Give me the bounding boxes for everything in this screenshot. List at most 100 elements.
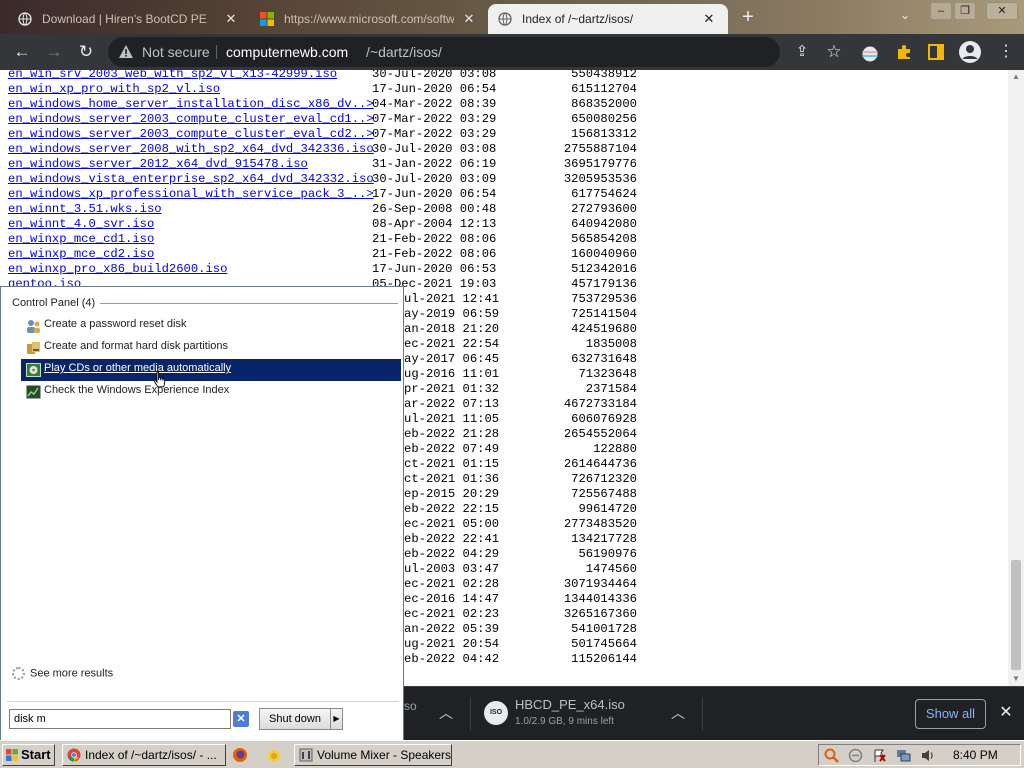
search-icon[interactable] — [824, 748, 839, 763]
address-bar[interactable]: Not secure computernewb.com /~dartz/isos… — [108, 37, 780, 67]
extensions-puzzle-icon[interactable] — [896, 44, 912, 60]
warning-triangle-icon[interactable] — [118, 44, 134, 60]
taskbar-button-volume-mixer[interactable]: Volume Mixer - Speakers ... — [294, 744, 452, 766]
header-divider — [100, 303, 398, 304]
firefox-icon[interactable] — [232, 747, 248, 763]
forward-arrow-icon[interactable]: → — [42, 40, 66, 64]
download-item-partial-label[interactable]: so — [404, 699, 417, 713]
start-label: Start — [21, 747, 51, 762]
close-tab-icon[interactable]: ✕ — [460, 11, 478, 27]
see-more-results-link[interactable]: See more results — [12, 667, 113, 680]
file-date: 07-Mar-2022 03:29 — [372, 127, 497, 141]
file-size: 3071934464 — [563, 577, 637, 591]
close-icon[interactable]: ✕ — [996, 703, 1016, 723]
result-label: Create a password reset disk — [44, 318, 187, 330]
close-tab-icon[interactable]: ✕ — [222, 11, 240, 27]
file-size: 512342016 — [571, 262, 637, 276]
file-link[interactable]: en_winxp_mce_cd1.iso — [8, 232, 154, 247]
file-size: 2654552064 — [563, 427, 637, 441]
result-experience-index[interactable]: Check the Windows Experience Index — [21, 381, 401, 403]
search-group-header[interactable]: Control Panel (4) — [12, 297, 95, 309]
file-link[interactable]: en_windows_xp_professional_with_service_… — [8, 187, 374, 202]
taskbar-clock[interactable]: 8:40 PM — [953, 748, 998, 762]
shutdown-options-arrow-icon[interactable]: ▶ — [331, 708, 343, 730]
file-link[interactable]: en_winnt_4.0_svr.iso — [8, 217, 154, 232]
file-date: ct-2021 01:36 — [404, 472, 500, 486]
result-disk-partitions[interactable]: Create and format hard disk partitions — [21, 337, 401, 359]
show-all-button[interactable]: Show all — [915, 699, 986, 729]
iso-file-icon[interactable]: ISO — [484, 701, 508, 725]
globe-icon — [498, 12, 512, 26]
file-link[interactable]: en_winnt_3.51.wks.iso — [8, 202, 162, 217]
scrollbar-thumb[interactable] — [1011, 560, 1021, 670]
file-link[interactable]: en_winxp_pro_x86_build2600.iso — [8, 262, 227, 277]
file-date: 31-Jan-2022 06:19 — [372, 157, 497, 171]
scroll-up-arrow-icon[interactable]: ▲ — [1008, 70, 1024, 84]
file-size: 615112704 — [571, 82, 637, 96]
file-link[interactable]: en_windows_server_2012_x64_dvd_915478.is… — [8, 157, 308, 172]
result-label: Play CDs or other media automatically — [44, 362, 232, 374]
network-icon[interactable] — [896, 748, 911, 763]
result-autoplay[interactable]: Play CDs or other media automatically — [21, 359, 401, 381]
file-date: 08-Apr-2004 12:13 — [372, 217, 497, 231]
browser-toolbar: ← → ↻ Not secure computernewb.com /~dart… — [0, 34, 1024, 70]
file-size: 1474560 — [585, 562, 637, 576]
tab-hirens-bootcd[interactable]: Download | Hiren's BootCD PE ✕ — [8, 4, 250, 34]
shut-down-button[interactable]: Shut down — [259, 708, 331, 730]
tab-search-chevron-icon[interactable]: ⌄ — [896, 8, 914, 26]
file-date: ar-2022 07:13 — [404, 397, 500, 411]
tab-index-of-isos[interactable]: Index of /~dartz/isos/ ✕ — [488, 4, 728, 34]
file-link[interactable]: en_winxp_mce_cd2.iso — [8, 247, 154, 262]
tab-title: Index of /~dartz/isos/ — [522, 12, 634, 26]
profile-flag-icon[interactable] — [862, 46, 878, 62]
download-separator — [470, 697, 471, 731]
bookmark-star-icon[interactable]: ☆ — [822, 40, 846, 64]
taskbar-button-label: Volume Mixer - Speakers ... — [317, 748, 452, 762]
close-tab-icon[interactable]: ✕ — [700, 11, 718, 27]
clear-search-icon[interactable]: ✕ — [233, 711, 249, 727]
chrome-menu-icon[interactable]: ⋮ — [994, 40, 1018, 64]
download-file-name[interactable]: HBCD_PE_x64.iso — [515, 697, 625, 712]
tab-microsoft[interactable]: https://www.microsoft.com/software ✕ — [250, 4, 488, 34]
not-secure-label[interactable]: Not secure — [142, 44, 210, 60]
minus-circle-icon[interactable] — [848, 748, 863, 763]
volume-mixer-icon — [299, 748, 313, 762]
file-date: 30-Jul-2020 03:09 — [372, 172, 497, 186]
file-date: 26-Sep-2008 00:48 — [372, 202, 497, 216]
file-size: 868352000 — [571, 97, 637, 111]
file-date: 17-Jun-2020 06:54 — [372, 82, 497, 96]
file-link[interactable]: en_windows_home_server_installation_disc… — [8, 97, 374, 112]
share-icon[interactable]: ⇪ — [790, 40, 814, 64]
file-date: 04-Mar-2022 08:39 — [372, 97, 497, 111]
file-link[interactable]: en_win_srv_2003_web_with_sp2_vl_x13-4299… — [8, 70, 337, 82]
file-link[interactable]: en_win_xp_pro_with_sp2_vl.iso — [8, 82, 220, 97]
scroll-down-arrow-icon[interactable]: ▼ — [1008, 672, 1024, 686]
taskbar-button-chrome[interactable]: Index of /~dartz/isos/ - ... — [62, 744, 226, 766]
start-search-input[interactable] — [9, 709, 231, 729]
start-button[interactable]: Start — [2, 744, 55, 766]
file-link[interactable]: en_windows_server_2003_compute_cluster_e… — [8, 127, 374, 142]
app-launcher-icon[interactable] — [266, 747, 282, 763]
search-divider — [7, 701, 399, 702]
profile-avatar-icon[interactable] — [958, 40, 982, 64]
minimize-button[interactable]: – — [930, 2, 952, 20]
file-link[interactable]: en_windows_vista_enterprise_sp2_x64_dvd_… — [8, 172, 374, 187]
file-link[interactable]: en_windows_server_2008_with_sp2_x64_dvd_… — [8, 142, 374, 157]
file-date: eb-2022 22:41 — [404, 532, 500, 546]
close-window-button[interactable]: ✕ — [986, 2, 1018, 20]
maximize-button[interactable]: ❐ — [954, 2, 976, 20]
file-link[interactable]: en_windows_server_2003_compute_cluster_e… — [8, 112, 374, 127]
speaker-icon[interactable] — [920, 748, 935, 763]
result-password-reset-disk[interactable]: Create a password reset disk — [21, 315, 401, 337]
security-flag-icon[interactable] — [872, 748, 887, 763]
page-scrollbar[interactable]: ▲ ▼ — [1008, 70, 1024, 686]
new-tab-button[interactable]: + — [736, 6, 760, 28]
back-arrow-icon[interactable]: ← — [10, 40, 34, 64]
reload-icon[interactable]: ↻ — [74, 40, 98, 64]
chevron-up-icon[interactable]: ︿ — [668, 703, 688, 723]
file-size: 457179136 — [571, 277, 637, 291]
chevron-up-icon[interactable]: ︿ — [436, 703, 456, 723]
file-date: ul-2021 12:41 — [404, 292, 500, 306]
browser-tab-strip: Download | Hiren's BootCD PE ✕ https://w… — [0, 0, 1024, 34]
side-panel-icon[interactable] — [928, 44, 944, 60]
